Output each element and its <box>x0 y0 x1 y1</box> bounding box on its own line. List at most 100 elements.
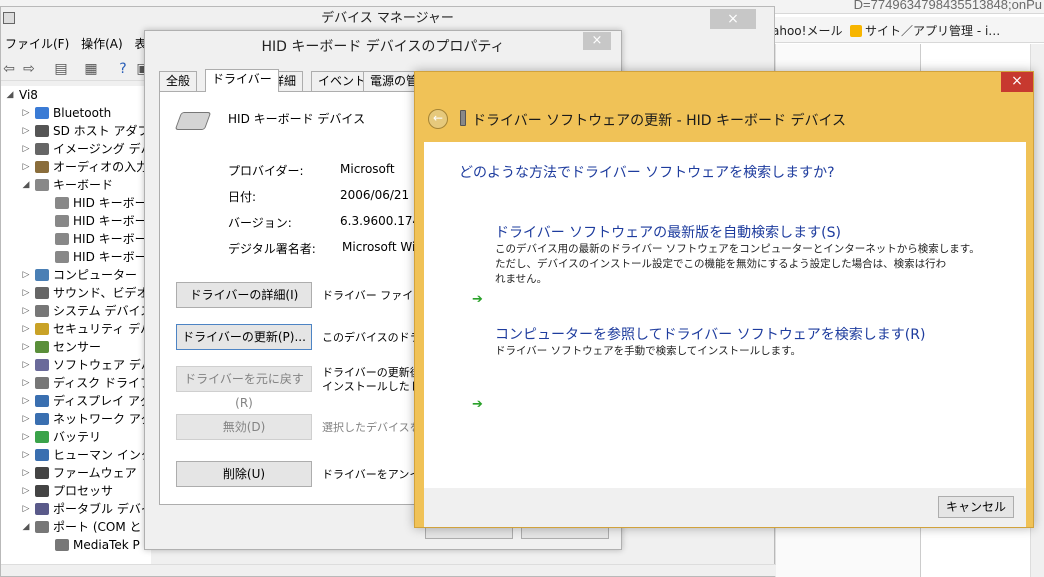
close-icon[interactable]: × <box>583 32 611 50</box>
tree-item-label: サウンド、ビデオ、お <box>53 286 151 300</box>
collapse-icon[interactable]: ◢ <box>5 86 15 104</box>
properties-title: HID キーボード デバイスのプロパティ <box>261 39 505 55</box>
tree-item-label: ポータブル デバイス <box>53 502 151 516</box>
expand-icon[interactable]: ▷ <box>21 266 31 284</box>
network-icon <box>35 413 49 425</box>
expand-icon[interactable]: ▷ <box>21 428 31 446</box>
wizard-title: ドライバー ソフトウェアの更新 - HID キーボード デバイス <box>472 113 847 129</box>
tree-item-label: HID キーボー <box>73 232 147 246</box>
device-manager-title: デバイス マネージャー <box>321 11 454 26</box>
expand-icon[interactable]: ▷ <box>21 410 31 428</box>
device-name: HID キーボード デバイス <box>228 112 366 126</box>
expand-icon[interactable]: ▷ <box>21 356 31 374</box>
auto-search-desc-line1: このデバイス用の最新のドライバー ソフトウェアをコンピューターとインターネットか… <box>495 243 980 255</box>
key-icon <box>35 323 49 335</box>
bookmark-yahoo-mail[interactable]: ahoo!メール <box>772 22 842 39</box>
close-icon[interactable]: × <box>1001 72 1033 92</box>
software-icon <box>35 359 49 371</box>
browse-title[interactable]: コンピューターを参照してドライバー ソフトウェアを検索します(R) <box>495 324 925 344</box>
expand-icon[interactable]: ▷ <box>21 284 31 302</box>
tree-item-label: コンピューター <box>53 268 138 282</box>
version-value: 6.3.9600.174 <box>340 214 421 228</box>
tree-item-label: ディスク ドライブ <box>53 376 151 390</box>
tab-general[interactable]: 全般 <box>159 71 198 91</box>
expand-icon[interactable]: ▷ <box>21 140 31 158</box>
expand-icon[interactable]: ▷ <box>21 446 31 464</box>
green-arrow-icon: ➔ <box>472 397 483 412</box>
update-driver-button[interactable]: ドライバーの更新(P)... <box>176 324 312 350</box>
expand-icon[interactable]: ▷ <box>21 320 31 338</box>
update-driver-wizard: × ← ドライバー ソフトウェアの更新 - HID キーボード デバイス どのよ… <box>414 71 1034 528</box>
tree-item-label: システム デバイス <box>53 304 151 318</box>
tab-driver[interactable]: ドライバー <box>205 69 279 92</box>
collapse-icon[interactable]: ◢ <box>21 518 31 536</box>
auto-search-desc-line2: ただし、デバイスのインストール設定でこの機能を無効にするよう設定した場合は、検索… <box>495 258 947 270</box>
display-icon <box>35 395 49 407</box>
driver-details-button[interactable]: ドライバーの詳細(I) <box>176 282 312 308</box>
audio-icon <box>35 161 49 173</box>
uninstall-button[interactable]: 削除(U) <box>176 461 312 487</box>
disable-button[interactable]: 無効(D) <box>176 414 312 440</box>
forward-arrow-icon[interactable]: ⇨ <box>21 61 37 77</box>
tree-item-label: キーボード <box>53 178 114 192</box>
horizontal-scrollbar[interactable] <box>1 564 776 576</box>
bookmark-site-admin[interactable]: サイト／アプリ管理 - i… <box>850 22 1000 39</box>
expand-icon[interactable]: ▷ <box>21 302 31 320</box>
wizard-heading: どのような方法でドライバー ソフトウェアを検索しますか? <box>459 165 835 181</box>
roll-back-driver-button[interactable]: ドライバーを元に戻す(R) <box>176 366 312 410</box>
expand-icon[interactable]: ▷ <box>21 158 31 176</box>
close-icon[interactable]: × <box>710 9 756 29</box>
keyboard-icon <box>55 233 69 245</box>
cancel-button[interactable]: キャンセル <box>938 496 1014 518</box>
tree-item-label: イメージング デバイ <box>53 142 151 156</box>
keyboard-icon <box>55 197 69 209</box>
expand-icon[interactable]: ▷ <box>21 464 31 482</box>
menu-action[interactable]: 操作(A) <box>77 33 127 55</box>
menu-file[interactable]: ファイル(F) <box>1 33 73 55</box>
console-tree-icon[interactable]: ▤ <box>53 61 69 77</box>
collapse-icon[interactable]: ◢ <box>21 176 31 194</box>
browse-desc: ドライバー ソフトウェアを手動で検索してインストールします。 <box>495 345 802 357</box>
help-icon[interactable]: ? <box>115 61 131 77</box>
tree-item-label: オーディオの入力お <box>53 160 151 174</box>
expand-icon[interactable]: ▷ <box>21 104 31 122</box>
expand-icon[interactable]: ▷ <box>21 500 31 518</box>
url-text: D=7749634798435513848;onPu <box>853 0 1042 12</box>
system-icon <box>35 305 49 317</box>
computer-icon <box>35 269 49 281</box>
tree-item-label: セキュリティ デバイス <box>53 322 151 336</box>
provider-value: Microsoft <box>340 162 395 176</box>
device-tree: ◢ Vi8 ▷ Bluetooth ▷ SD ホスト アダプタ ▷ イメージング デバイ ▷ オー… <box>1 86 151 566</box>
port-icon <box>35 521 49 533</box>
tree-item-label: MediaTek P <box>73 538 140 552</box>
signer-value: Microsoft Wi <box>342 240 416 254</box>
version-label: バージョン: <box>228 216 292 230</box>
firmware-icon <box>35 467 49 479</box>
expand-icon[interactable]: ▷ <box>21 338 31 356</box>
tree-item-label: HID キーボー <box>73 196 147 210</box>
wizard-footer: キャンセル <box>424 488 1026 527</box>
device-manager-titlebar: デバイス マネージャー × <box>1 7 774 31</box>
keyboard-icon <box>55 215 69 227</box>
tree-item-label: ポート (COM と L <box>53 520 151 534</box>
back-arrow-icon[interactable]: ⇦ <box>1 61 17 77</box>
auto-search-title[interactable]: ドライバー ソフトウェアの最新版を自動検索します(S) <box>495 222 841 242</box>
roll-back-desc-line1: ドライバーの更新後 <box>322 366 421 379</box>
green-arrow-icon: ➔ <box>472 292 483 307</box>
properties-icon[interactable]: ▦ <box>83 61 99 77</box>
sd-host-icon <box>35 125 49 137</box>
expand-icon[interactable]: ▷ <box>21 482 31 500</box>
tree-item-label: SD ホスト アダプタ <box>53 124 151 138</box>
date-label: 日付: <box>228 190 257 204</box>
disk-icon <box>35 377 49 389</box>
battery-icon <box>35 431 49 443</box>
tree-item-label: HID キーボー <box>73 250 147 264</box>
tree-item-label: センサー <box>53 340 102 354</box>
expand-icon[interactable]: ▷ <box>21 122 31 140</box>
tree-item-label: バッテリ <box>53 430 102 444</box>
keyboard-icon <box>55 251 69 263</box>
expand-icon[interactable]: ▷ <box>21 374 31 392</box>
back-arrow-icon[interactable]: ← <box>428 109 448 129</box>
wizard-content: どのような方法でドライバー ソフトウェアを検索しますか? ➔ ドライバー ソフト… <box>424 142 1026 488</box>
expand-icon[interactable]: ▷ <box>21 392 31 410</box>
